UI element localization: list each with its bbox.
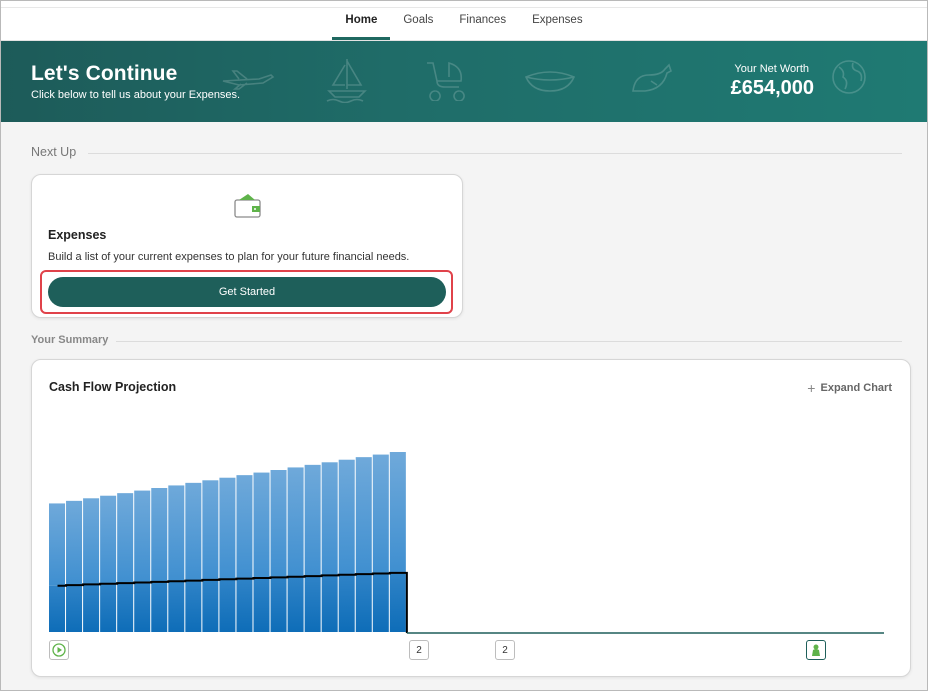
- cash-flow-bar-lower: [168, 581, 185, 632]
- cash-flow-bar-lower: [253, 578, 270, 632]
- cash-flow-bar-lower: [321, 575, 338, 632]
- cash-flow-card: Cash Flow Projection + Expand Chart 2 2: [31, 359, 911, 677]
- event-marker-count: 2: [416, 644, 422, 656]
- event-marker[interactable]: 2: [495, 640, 515, 660]
- retirement-marker[interactable]: [806, 640, 826, 660]
- cash-flow-bar-lower: [270, 577, 287, 632]
- cash-flow-bar-lower: [100, 583, 117, 632]
- tab-expenses-label: Expenses: [532, 14, 583, 26]
- retirement-icon: [812, 644, 820, 656]
- cash-flow-bar-lower: [338, 574, 355, 632]
- plane-icon: [222, 70, 275, 90]
- cash-flow-bar: [355, 457, 372, 575]
- expenses-card-title: Expenses: [48, 228, 107, 242]
- play-icon: [52, 643, 66, 657]
- next-up-divider: [88, 153, 902, 154]
- sailboat-icon: [326, 59, 367, 103]
- net-worth-value: £654,000: [730, 77, 814, 99]
- cash-flow-bar: [236, 475, 253, 579]
- cash-flow-bar-lower: [117, 583, 134, 632]
- event-marker[interactable]: 2: [409, 640, 429, 660]
- wallet-icon: [234, 194, 261, 218]
- welcome-banner: Let's Continue Click below to tell us ab…: [1, 41, 927, 122]
- cash-flow-bar-lower: [185, 580, 202, 632]
- cash-flow-bar-lower: [83, 584, 100, 632]
- cash-flow-bar: [100, 495, 117, 584]
- cash-flow-bar-lower: [372, 573, 389, 632]
- banner-title: Let's Continue: [31, 62, 178, 85]
- your-summary-label: Your Summary: [31, 334, 109, 346]
- cash-flow-bar: [304, 464, 321, 577]
- cash-flow-bar: [202, 480, 219, 580]
- banner-subtitle: Click below to tell us about your Expens…: [31, 89, 241, 101]
- stroller-icon: [427, 61, 465, 101]
- cash-flow-bar-lower: [202, 579, 219, 632]
- cash-flow-chart: [49, 452, 884, 634]
- tab-home[interactable]: Home: [332, 0, 391, 40]
- cash-flow-bar-lower: [287, 576, 304, 632]
- cash-flow-bar-lower: [389, 572, 406, 632]
- cash-flow-bar: [321, 462, 338, 576]
- cash-flow-bar: [185, 482, 202, 581]
- cash-flow-bar: [253, 472, 270, 578]
- cash-flow-bar: [287, 467, 304, 577]
- top-navigation: Home Goals Finances Expenses: [0, 0, 928, 41]
- cash-flow-bar-lower: [66, 585, 83, 632]
- cash-flow-bar: [219, 477, 236, 580]
- cash-flow-bar-lower: [134, 582, 151, 632]
- your-summary-divider: [116, 341, 902, 342]
- whale-icon: [632, 63, 672, 92]
- cash-flow-bar: [168, 485, 185, 582]
- cash-flow-bar-lower: [355, 574, 372, 632]
- cash-flow-bar: [151, 488, 168, 582]
- cash-flow-bar-lower: [151, 581, 168, 632]
- cash-flow-bar: [66, 500, 83, 586]
- cash-flow-bar: [389, 452, 406, 573]
- tab-finances[interactable]: Finances: [446, 0, 519, 40]
- your-summary-heading: Your Summary: [31, 334, 108, 346]
- tab-finances-label: Finances: [459, 14, 507, 26]
- net-worth-label: Your Net Worth: [734, 63, 809, 75]
- start-marker[interactable]: [49, 640, 69, 660]
- cash-flow-bar: [83, 498, 100, 585]
- tab-home-label: Home: [345, 14, 378, 26]
- cash-flow-bar: [134, 490, 151, 583]
- tab-expenses[interactable]: Expenses: [519, 0, 596, 40]
- cash-flow-bar-lower: [219, 579, 236, 632]
- cash-flow-bar: [338, 459, 355, 575]
- expenses-card-description: Build a list of your current expenses to…: [48, 251, 410, 263]
- globe-icon: [832, 60, 866, 94]
- get-started-button[interactable]: Get Started: [48, 277, 446, 307]
- cash-flow-bar-lower: [49, 585, 66, 632]
- cash-flow-bar: [49, 503, 66, 586]
- cash-flow-bar: [372, 454, 389, 574]
- next-up-label: Next Up: [31, 145, 77, 159]
- cash-flow-bar: [117, 493, 134, 584]
- cash-flow-bar-lower: [304, 576, 321, 632]
- cash-flow-bar: [270, 470, 287, 578]
- cash-flow-bar-lower: [236, 578, 253, 632]
- bowl-icon: [524, 71, 576, 92]
- event-marker-count: 2: [502, 644, 508, 656]
- next-up-heading: Next Up: [31, 145, 76, 159]
- tab-goals[interactable]: Goals: [390, 0, 446, 40]
- tab-goals-label: Goals: [403, 14, 434, 26]
